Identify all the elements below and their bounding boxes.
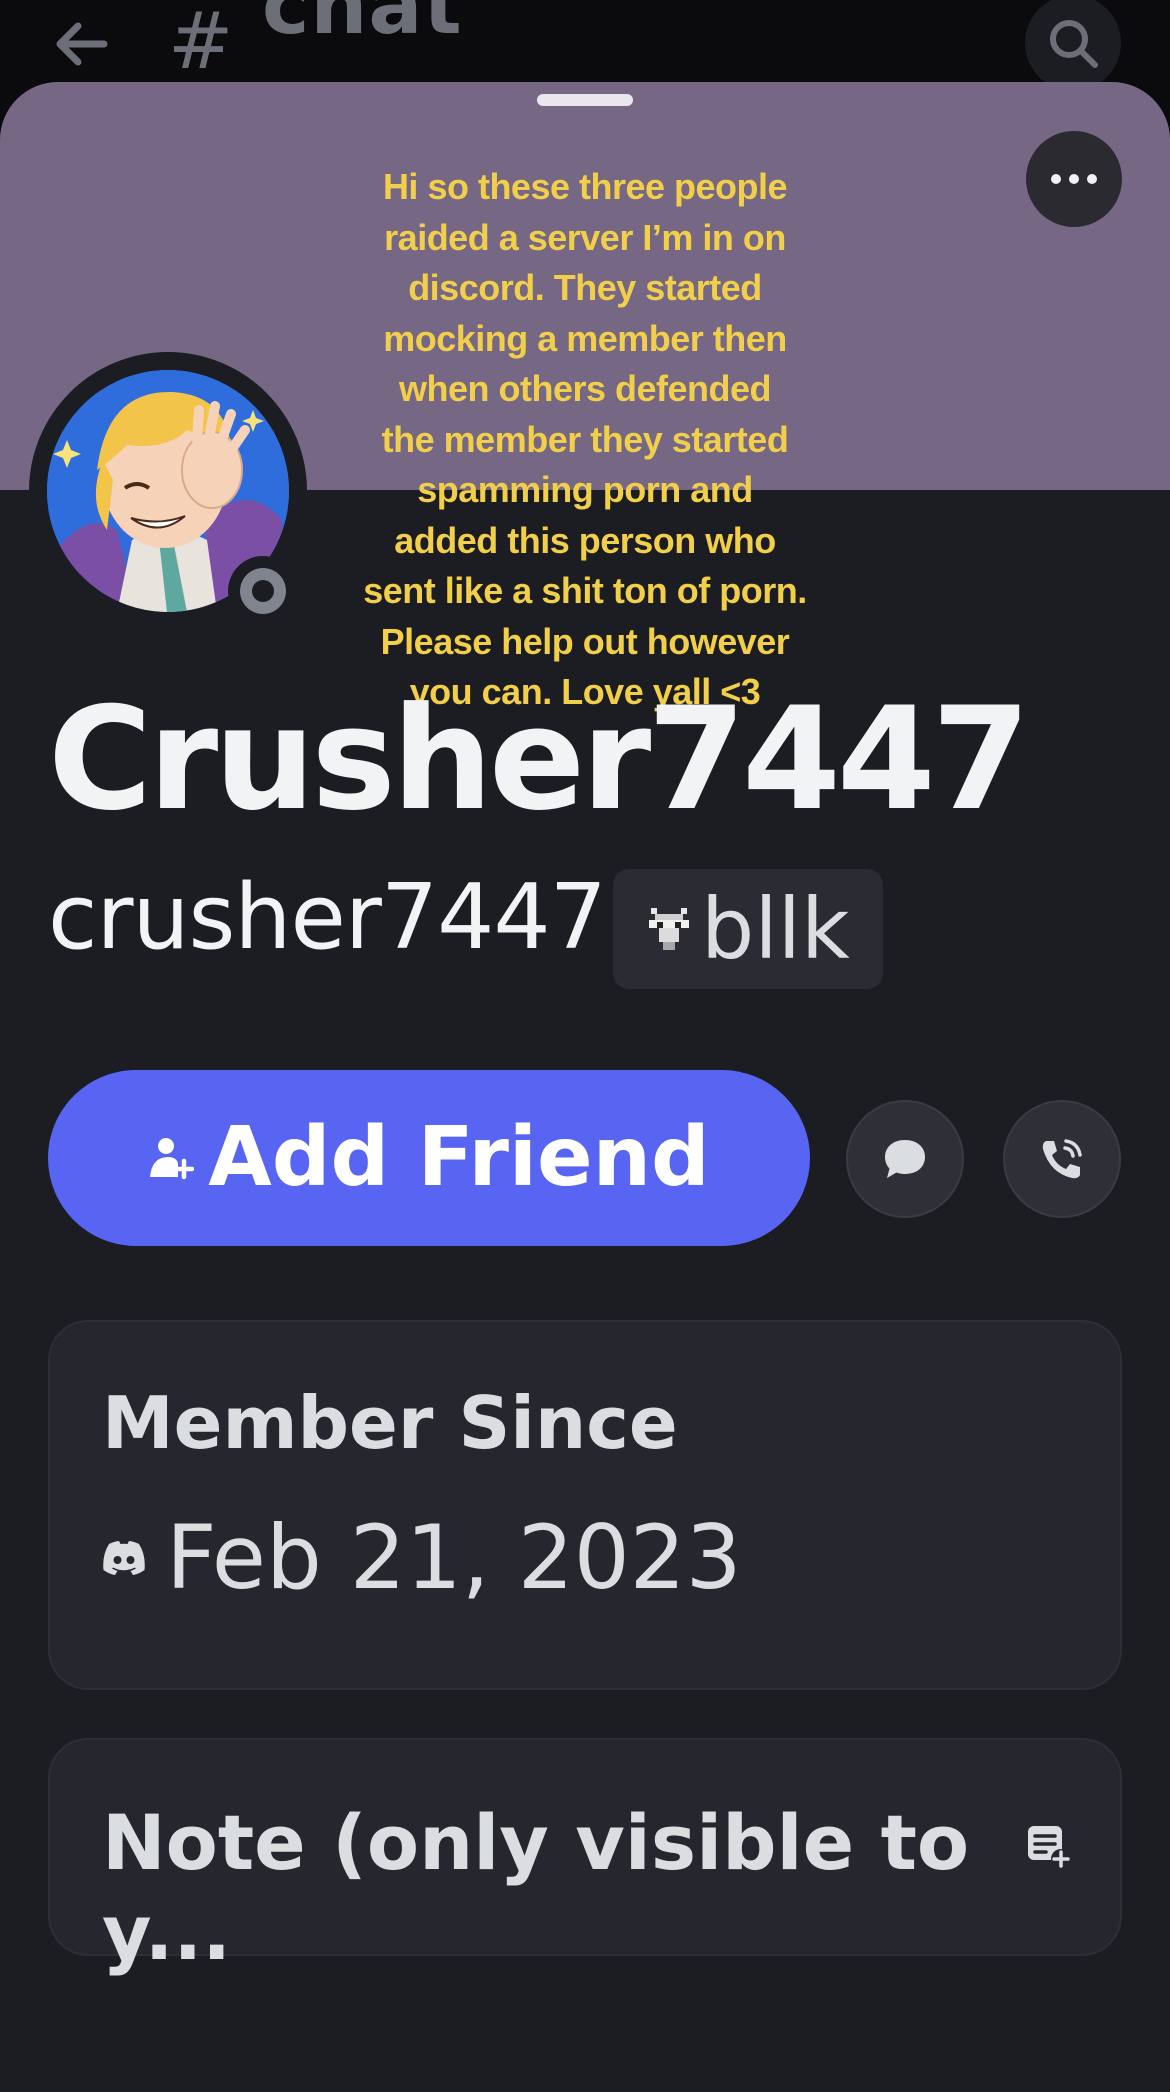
member-since-date: Feb 21, 2023 [166, 1506, 742, 1609]
back-arrow-icon[interactable] [52, 14, 112, 74]
more-dot-icon [1051, 174, 1061, 184]
goat-icon [649, 908, 689, 950]
phone-call-icon [1042, 1139, 1082, 1179]
member-since-row: Feb 21, 2023 [102, 1508, 742, 1608]
discord-logo-icon [103, 1541, 145, 1575]
voice-call-button[interactable] [1003, 1100, 1121, 1218]
caption-overlay: Hi so these three people raided a server… [363, 166, 807, 712]
add-note-icon[interactable] [1026, 1824, 1072, 1870]
display-name: Crusher7447 [48, 677, 1030, 842]
offline-status-icon [240, 568, 286, 614]
add-person-icon [150, 1138, 195, 1180]
search-icon [1050, 20, 1098, 68]
note-title: Note (only visible to y... [102, 1798, 970, 1977]
server-tag-badge[interactable]: bllk [613, 869, 883, 989]
chat-bubble-icon [885, 1140, 925, 1178]
note-card[interactable]: Note (only visible to y... [48, 1738, 1122, 1977]
channel-header: # chat [0, 0, 1170, 91]
member-since-title: Member Since [102, 1381, 678, 1465]
more-dot-icon [1087, 174, 1097, 184]
add-friend-button[interactable]: Add Friend [48, 1070, 810, 1246]
server-tag-label: bllk [701, 880, 850, 978]
member-since-card: Member Since Feb 21, 2023 [48, 1320, 1122, 1690]
channel-hash-icon: # [168, 0, 234, 87]
more-dot-icon [1069, 174, 1079, 184]
add-friend-label: Add Friend [208, 1110, 710, 1205]
search-button[interactable] [1025, 0, 1121, 91]
message-button[interactable] [846, 1100, 964, 1218]
username[interactable]: crusher7447 [48, 868, 607, 968]
sheet-grabber[interactable] [537, 94, 633, 106]
more-options-button[interactable] [1026, 131, 1122, 227]
channel-name: chat [262, 0, 463, 52]
